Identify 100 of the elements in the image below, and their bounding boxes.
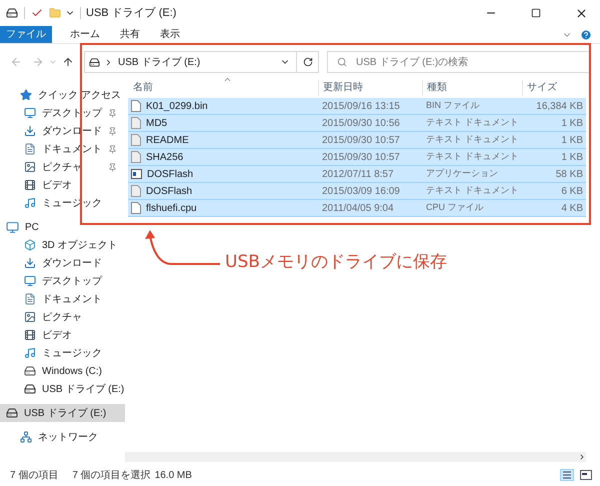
up-icon[interactable] xyxy=(62,56,74,68)
nav-label: Windows (C:) xyxy=(42,364,102,378)
nav-item[interactable]: ピクチャ xyxy=(0,308,125,326)
ribbon-tab[interactable]: 共有 xyxy=(112,26,148,43)
network-icon xyxy=(20,431,32,443)
film-icon xyxy=(24,329,36,341)
file-type: テキスト ドキュメント xyxy=(425,184,520,198)
file-size: 1 KB xyxy=(560,116,584,130)
file-name: flshuefi.cpu xyxy=(146,202,197,216)
nav-item[interactable]: 3D オブジェクト xyxy=(0,236,125,254)
picture-icon xyxy=(24,311,36,323)
nav-label: ダウンロード xyxy=(42,256,102,270)
computer-icon xyxy=(6,220,19,234)
nav-item[interactable]: USB ドライブ (E:) xyxy=(0,404,125,422)
nav-item[interactable]: ドキュメント xyxy=(0,290,125,308)
column-header[interactable]: 名前 xyxy=(125,80,318,95)
file-name: DOSFlash xyxy=(147,168,194,182)
nav-label: PC xyxy=(25,220,39,234)
address-bar[interactable]: USB ドライブ (E:) xyxy=(84,51,297,73)
nav-item[interactable]: ダウンロード xyxy=(0,122,125,140)
nav-item[interactable]: ネットワーク xyxy=(0,428,125,446)
nav-item[interactable]: デスクトップ xyxy=(0,272,125,290)
check-icon[interactable] xyxy=(31,7,43,19)
search-field[interactable]: USB ドライブ (E:)の検索 xyxy=(327,51,590,73)
horizontal-scrollbar[interactable] xyxy=(125,452,586,462)
nav-label: ビデオ xyxy=(42,328,72,342)
scroll-right-icon[interactable] xyxy=(578,453,586,461)
file-row[interactable]: SHA256 2015/09/30 10:57 テキスト ドキュメント 1 KB xyxy=(128,149,586,166)
file-row[interactable]: DOSFlash 2015/03/09 16:09 テキスト ドキュメント 6 KB xyxy=(128,183,586,200)
file-icon xyxy=(131,117,141,129)
file-icon xyxy=(131,134,141,146)
nav-item[interactable]: ビデオ xyxy=(0,326,125,344)
nav-label: ネットワーク xyxy=(38,430,98,444)
nav-item[interactable]: ドキュメント xyxy=(0,140,125,158)
file-size: 16,384 KB xyxy=(535,100,584,114)
nav-label: クイック アクセス xyxy=(38,88,121,102)
maximize-icon[interactable] xyxy=(531,8,541,18)
monitor-icon xyxy=(24,275,36,287)
file-type: CPU ファイル xyxy=(425,201,485,214)
column-header[interactable]: サイズ xyxy=(522,80,586,95)
music-icon xyxy=(24,347,36,359)
file-icon xyxy=(131,202,141,214)
nav-item[interactable]: クイック アクセス xyxy=(0,86,125,104)
selection-count: 7 個の項目を選択 xyxy=(72,468,151,482)
file-row[interactable]: flshuefi.cpu 2011/04/05 9:04 CPU ファイル 4 KB xyxy=(128,200,586,217)
nav-label: ドキュメント xyxy=(42,142,102,156)
sort-icon xyxy=(223,75,232,84)
file-name: SHA256 xyxy=(146,150,184,164)
annotation-text: USBメモリのドライブに保存 xyxy=(225,251,447,274)
nav-item[interactable]: PC xyxy=(0,218,125,236)
star-icon xyxy=(20,89,32,101)
refresh-icon xyxy=(302,57,312,67)
file-row[interactable]: K01_0299.bin 2015/09/16 13:15 BIN ファイル 16,384 KB xyxy=(128,98,586,115)
download-icon xyxy=(24,125,36,137)
file-icon xyxy=(131,100,141,112)
nav-label: ダウンロード xyxy=(42,124,102,138)
modified-date: 2015/09/30 10:57 xyxy=(321,150,401,164)
modified-date: 2015/09/16 13:15 xyxy=(321,100,401,114)
nav-label: ミュージック xyxy=(42,346,102,360)
file-row[interactable]: README 2015/09/30 10:57 テキスト ドキュメント 1 KB xyxy=(128,132,586,149)
column-header[interactable]: 種類 xyxy=(422,80,522,95)
file-name: K01_0299.bin xyxy=(146,100,208,114)
close-icon[interactable] xyxy=(575,6,588,20)
file-size: 1 KB xyxy=(560,134,584,148)
refresh-button[interactable] xyxy=(297,51,319,73)
file-row[interactable]: MD5 2015/09/30 10:56 テキスト ドキュメント 1 KB xyxy=(128,115,586,132)
document-icon xyxy=(24,143,36,155)
file-row[interactable]: DOSFlash 2012/07/11 8:57 アプリケーション 58 KB xyxy=(128,166,586,183)
drive-icon xyxy=(89,56,100,68)
drive-icon xyxy=(6,407,18,419)
file-type: テキスト ドキュメント xyxy=(425,150,520,164)
nav-item[interactable]: デスクトップ xyxy=(0,104,125,122)
details-view-icon[interactable] xyxy=(560,469,574,481)
nav-item[interactable]: ピクチャ xyxy=(0,158,125,176)
help-icon[interactable] xyxy=(580,28,592,40)
nav-label: ピクチャ xyxy=(42,160,82,174)
nav-label: USB ドライブ (E:) xyxy=(42,382,124,396)
music-icon xyxy=(24,197,36,209)
file-type: テキスト ドキュメント xyxy=(425,133,520,146)
nav-item[interactable]: ビデオ xyxy=(0,176,125,194)
file-type: テキスト ドキュメント xyxy=(425,116,520,130)
file-type: BIN ファイル xyxy=(425,99,481,112)
modified-date: 2012/07/11 8:57 xyxy=(321,168,395,182)
nav-item[interactable]: ミュージック xyxy=(0,344,125,362)
file-name: DOSFlash xyxy=(146,184,192,198)
modified-date: 2015/09/30 10:56 xyxy=(321,116,401,130)
ribbon-tab[interactable]: ホーム xyxy=(62,26,108,43)
ribbon-tab[interactable]: ファイル xyxy=(0,26,52,43)
file-size: 4 KB xyxy=(560,202,584,216)
document-icon xyxy=(24,293,36,305)
file-type: アプリケーション xyxy=(425,167,499,180)
drive-icon xyxy=(6,7,18,19)
column-header[interactable]: 更新日時 xyxy=(318,80,422,95)
nav-item[interactable]: ダウンロード xyxy=(0,254,125,272)
nav-item[interactable]: Windows (C:) xyxy=(0,362,125,380)
nav-item[interactable]: USB ドライブ (E:) xyxy=(0,380,125,398)
tiles-view-icon[interactable] xyxy=(580,470,592,480)
ribbon-tab[interactable]: 表示 xyxy=(152,26,188,43)
item-count: 7 個の項目 xyxy=(10,468,58,482)
file-size: 6 KB xyxy=(560,184,584,198)
